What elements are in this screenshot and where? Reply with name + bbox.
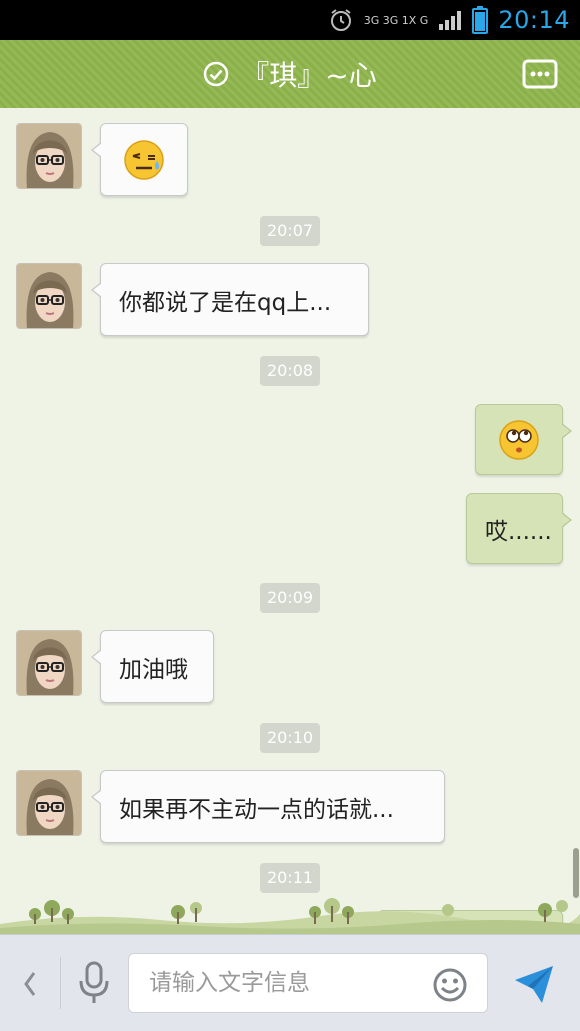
divider	[60, 957, 61, 1009]
chat-message-list[interactable]: 20:07 你都说了是在qq上... 20:08 哎...... 20:09 加…	[0, 108, 580, 934]
timestamp: 20:07	[260, 216, 320, 246]
timestamp: 20:09	[260, 583, 320, 613]
contact-name-title: 『琪』~心	[241, 59, 377, 92]
landscape-decoration	[0, 898, 580, 934]
sent-message-bubble[interactable]	[475, 404, 572, 475]
status-bar: 3G 3G 1X G 20:14	[0, 0, 580, 40]
avatar-girl-image	[17, 771, 81, 835]
contact-avatar[interactable]	[16, 123, 82, 189]
contact-avatar[interactable]	[16, 770, 82, 836]
battery-icon	[472, 6, 489, 34]
received-message-bubble[interactable]: 加油哦	[91, 630, 214, 703]
timestamp: 20:08	[260, 356, 320, 386]
verified-check-icon	[204, 61, 229, 87]
status-icons: 3G 3G 1X G 20:14	[328, 0, 580, 40]
message-input-bar	[0, 934, 580, 1031]
received-message-bubble[interactable]	[91, 123, 188, 196]
contact-avatar[interactable]	[16, 263, 82, 329]
network-type-label: 3G 3G 1X G	[363, 13, 429, 27]
rolling-eyes-smiley-emoji	[499, 419, 539, 460]
timestamp: 20:10	[260, 723, 320, 753]
received-message-bubble[interactable]: 你都说了是在qq上...	[91, 263, 369, 336]
send-icon[interactable]	[512, 962, 556, 1006]
scrollbar-thumb[interactable]	[573, 848, 579, 898]
header-title-group: 『琪』~心	[0, 40, 580, 108]
emoji-smiley-icon[interactable]	[432, 967, 468, 1003]
alarm-icon	[330, 9, 351, 31]
sweat-smiley-emoji	[124, 139, 164, 180]
contact-avatar[interactable]	[16, 630, 82, 696]
sent-message-bubble[interactable]: 哎......	[466, 493, 572, 564]
avatar-girl-image	[17, 124, 81, 188]
back-chevron-icon[interactable]	[20, 969, 40, 999]
received-message-bubble[interactable]: 如果再不主动一点的话就...	[91, 770, 445, 843]
avatar-girl-image	[17, 631, 81, 695]
avatar-girl-image	[17, 264, 81, 328]
chat-header: 『琪』~心	[0, 40, 580, 114]
status-time: 20:14	[498, 6, 570, 34]
signal-icon	[439, 11, 462, 30]
more-options-icon[interactable]	[522, 58, 558, 90]
microphone-icon[interactable]	[77, 961, 111, 1005]
